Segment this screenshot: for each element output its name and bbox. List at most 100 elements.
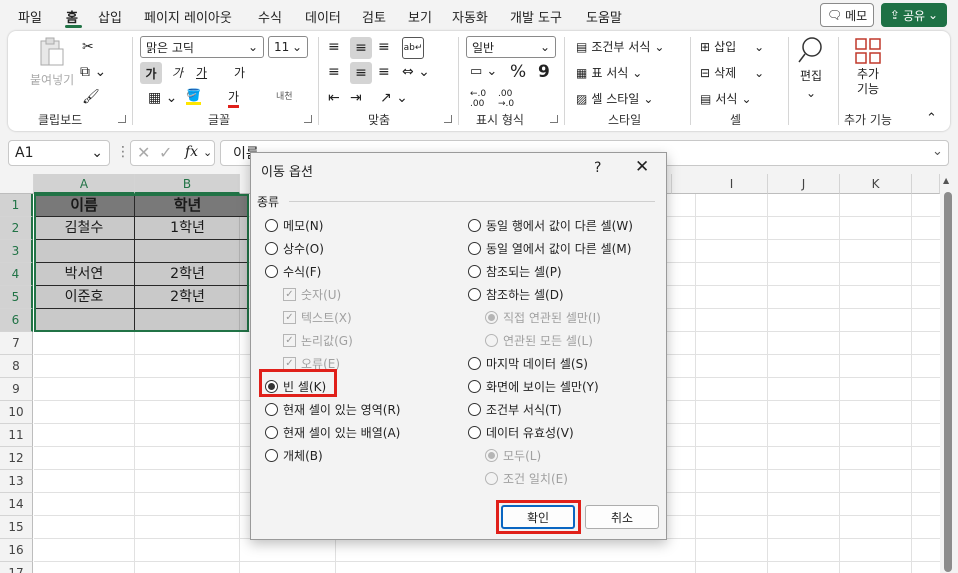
italic-button[interactable]: 가 [172, 64, 183, 81]
orientation-icon[interactable]: ↗ ⌄ [380, 90, 408, 106]
alignment-launcher-icon[interactable] [444, 115, 452, 123]
share-button[interactable]: ⇪ 공유 ⌄ [881, 3, 947, 27]
decrease-decimal-icon[interactable]: .00 →.0 [498, 89, 514, 109]
radio-button[interactable] [468, 265, 481, 278]
menu-review[interactable]: 검토 [362, 7, 386, 26]
column-header[interactable]: I [696, 174, 768, 194]
font-color-button[interactable]: 가 [228, 88, 240, 108]
row-header[interactable]: 4 [0, 263, 33, 286]
align-right-icon[interactable]: ≡ [378, 64, 390, 80]
menu-data[interactable]: 데이터 [305, 7, 341, 26]
row-header[interactable]: 13 [0, 470, 33, 493]
cut-icon[interactable]: ✂ [82, 39, 94, 55]
radio-button[interactable] [468, 403, 481, 416]
scroll-up-icon[interactable]: ▲ [943, 176, 949, 185]
menu-home[interactable]: 홈 [66, 7, 78, 26]
menu-developer[interactable]: 개발 도구 [510, 7, 562, 26]
radio-button[interactable] [265, 242, 278, 255]
option-current-region[interactable]: 현재 셀이 있는 영역(R) [265, 401, 400, 418]
option-last-cell[interactable]: 마지막 데이터 셀(S) [468, 355, 588, 372]
column-header[interactable]: A [34, 174, 135, 194]
option-constants[interactable]: 상수(O) [265, 240, 324, 257]
increase-indent-icon[interactable]: ⇥ [350, 90, 362, 106]
format-painter-icon[interactable]: 🖌 [82, 89, 100, 105]
option-objects[interactable]: 개체(B) [265, 447, 323, 464]
align-center-icon[interactable]: ≡ [350, 62, 372, 84]
radio-button[interactable] [265, 449, 278, 462]
menu-file[interactable]: 파일 [18, 7, 42, 26]
format-cells-button[interactable]: ▤ 서식 ⌄ [700, 90, 752, 107]
scrollbar-thumb[interactable] [944, 192, 952, 572]
radio-button[interactable] [468, 426, 481, 439]
wrap-text-icon[interactable]: ab↵ [402, 37, 424, 59]
cancel-icon[interactable]: ✕ [137, 143, 150, 162]
radio-button[interactable] [468, 242, 481, 255]
copy-icon[interactable]: ⧉ ⌄ [80, 64, 106, 80]
row-header[interactable]: 14 [0, 493, 33, 516]
radio-button[interactable] [468, 288, 481, 301]
format-as-table-button[interactable]: ▦ 표 서식 ⌄ [576, 64, 642, 81]
align-middle-icon[interactable]: ≡ [350, 37, 372, 59]
radio-button[interactable] [265, 426, 278, 439]
more-options-icon[interactable]: ⋮ [116, 144, 130, 160]
border-icon[interactable]: ▦ ⌄ [148, 90, 177, 106]
enter-icon[interactable]: ✓ [159, 143, 172, 162]
addins-button[interactable]: 추가 기능 [854, 37, 882, 97]
menu-view[interactable]: 보기 [408, 7, 432, 26]
row-header[interactable]: 10 [0, 401, 33, 424]
menu-page-layout[interactable]: 페이지 레이아웃 [144, 7, 232, 26]
radio-button[interactable] [265, 403, 278, 416]
option-row-differences[interactable]: 동일 행에서 값이 다른 셀(W) [468, 217, 633, 234]
number-launcher-icon[interactable] [550, 115, 558, 123]
editing-button[interactable]: 편집 ⌄ [796, 35, 826, 100]
select-all-corner[interactable] [0, 174, 34, 194]
option-current-array[interactable]: 현재 셀이 있는 배열(A) [265, 424, 400, 441]
insert-cells-button[interactable]: ⊞ 삽입 ⌄ [700, 38, 764, 55]
grow-font-button[interactable]: 가 [234, 64, 245, 81]
option-column-differences[interactable]: 동일 열에서 값이 다른 셀(M) [468, 240, 631, 257]
column-header[interactable]: B [135, 174, 240, 194]
option-dependents[interactable]: 참조하는 셀(D) [468, 286, 564, 303]
row-header[interactable]: 17 [0, 562, 33, 573]
fill-color-icon[interactable]: 🪣 [186, 88, 201, 105]
percent-button[interactable]: % [510, 62, 526, 82]
row-header[interactable]: 11 [0, 424, 33, 447]
row-header[interactable]: 7 [0, 332, 33, 355]
row-header[interactable]: 12 [0, 447, 33, 470]
column-header[interactable]: K [840, 174, 912, 194]
menu-formulas[interactable]: 수식 [258, 7, 282, 26]
delete-cells-button[interactable]: ⊟ 삭제 ⌄ [700, 64, 764, 81]
align-bottom-icon[interactable]: ≡ [378, 39, 390, 55]
row-header[interactable]: 8 [0, 355, 33, 378]
row-header[interactable]: 9 [0, 378, 33, 401]
option-formulas[interactable]: 수식(F) [265, 263, 321, 280]
row-header[interactable]: 3 [0, 240, 33, 263]
row-header[interactable]: 2 [0, 217, 33, 240]
phonetic-icon[interactable]: 내천 [276, 89, 293, 102]
currency-icon[interactable]: ▭ ⌄ [470, 64, 497, 79]
help-button[interactable]: ? [594, 160, 601, 176]
conditional-format-button[interactable]: ▤ 조건부 서식 ⌄ [576, 38, 664, 55]
insert-function-button[interactable]: fx [185, 144, 198, 160]
bold-button[interactable]: 가 [140, 62, 162, 84]
clipboard-launcher-icon[interactable] [118, 115, 126, 123]
row-header[interactable]: 6 [0, 309, 33, 332]
align-top-icon[interactable]: ≡ [328, 39, 340, 55]
option-precedents[interactable]: 참조되는 셀(P) [468, 263, 562, 280]
merge-center-icon[interactable]: ⇔ ⌄ [402, 64, 430, 80]
row-header[interactable]: 15 [0, 516, 33, 539]
option-data-validation[interactable]: 데이터 유효성(V) [468, 424, 574, 441]
menu-help[interactable]: 도움말 [586, 7, 622, 26]
number-format-select[interactable]: 일반 ⌄ [466, 36, 556, 58]
collapse-ribbon-icon[interactable]: ⌃ [926, 111, 937, 126]
option-visible-cells[interactable]: 화면에 보이는 셀만(Y) [468, 378, 599, 395]
decrease-indent-icon[interactable]: ⇤ [328, 90, 340, 106]
paste-button[interactable]: 붙여넣기 [30, 37, 74, 88]
font-size-select[interactable]: 11 ⌄ [268, 36, 308, 58]
expand-formula-icon[interactable]: ⌄ [932, 144, 943, 159]
name-box[interactable]: A1 ⌄ [8, 140, 110, 166]
font-name-select[interactable]: 맑은 고딕 ⌄ [140, 36, 264, 58]
radio-button[interactable] [468, 357, 481, 370]
row-header[interactable]: 16 [0, 539, 33, 562]
option-conditional-formats[interactable]: 조건부 서식(T) [468, 401, 562, 418]
